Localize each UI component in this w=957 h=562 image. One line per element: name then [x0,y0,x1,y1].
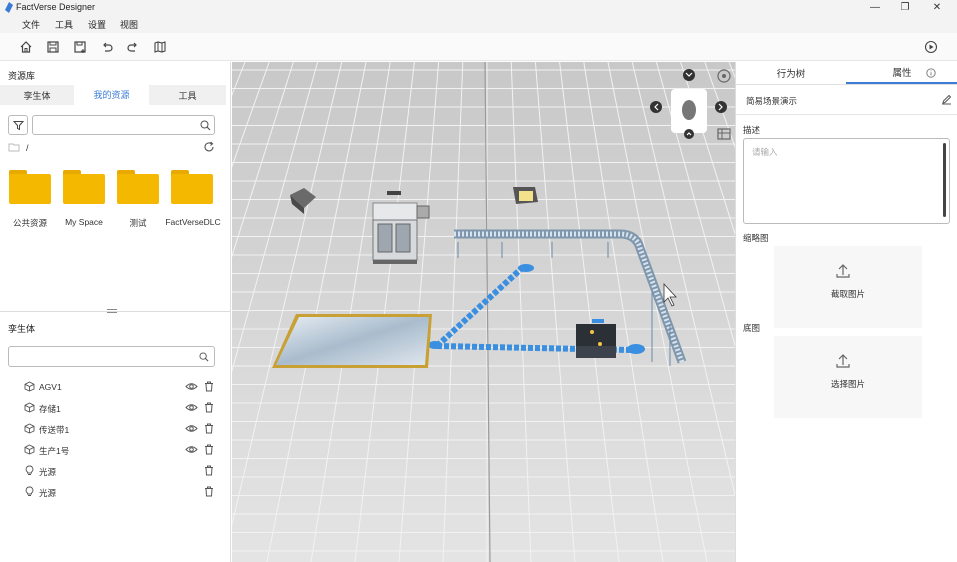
list-item-label: 存储1 [39,404,61,414]
folder-label: 测试 [129,218,147,228]
scene-viewport[interactable] [232,62,735,562]
menu-settings[interactable]: 设置 [88,18,106,31]
folder-path-icon [8,143,20,152]
description-label: 描述 [743,125,761,135]
save-icon[interactable] [44,38,62,56]
folder-my-space[interactable] [63,170,105,206]
agv-vehicle[interactable] [576,319,616,358]
trash-icon[interactable] [204,423,214,434]
folder-factverse-dlc[interactable] [171,170,213,206]
folder-label: My Space [65,217,103,227]
description-placeholder: 请输入 [752,147,778,157]
tab-properties[interactable]: 属性 [846,62,957,84]
minimize-button[interactable]: — [860,0,890,15]
base-map-label: 底图 [743,323,761,333]
twin-search-input[interactable] [8,346,215,367]
trash-icon[interactable] [204,381,214,392]
bulb-icon [25,465,34,475]
maximize-button[interactable]: ❐ [890,0,920,15]
capture-image-text: 截取图片 [830,289,865,299]
list-item[interactable]: 光源 [0,482,231,503]
upload-icon [836,264,850,278]
scrollbar[interactable] [943,143,946,217]
cube-icon [24,402,35,413]
folder-label: FactVerseDLC [165,217,221,227]
tab-tools[interactable]: 工具 [149,85,226,105]
refresh-icon[interactable] [203,141,215,153]
list-item-label: 光源 [39,488,57,498]
menu-bar: 文件 工具 设置 视图 [0,15,957,33]
save-as-icon[interactable] [71,38,89,56]
trash-icon[interactable] [204,444,214,455]
list-item[interactable]: 传送带1 [0,419,231,440]
toolbar [0,33,957,61]
list-item-label: 传送带1 [39,425,70,435]
select-image-text: 选择图片 [830,379,865,389]
map-icon[interactable] [151,38,169,56]
folder-label: 公共资源 [12,218,47,228]
search-icon[interactable] [200,120,211,131]
tab-twins[interactable]: 孪生体 [0,85,74,105]
app-title: FactVerse Designer [16,2,96,12]
divider [736,84,957,85]
list-item-label: AGV1 [39,382,62,392]
upload-icon [836,354,850,368]
thumbnail-label: 缩略图 [743,233,769,243]
search-icon[interactable] [199,352,209,362]
info-icon[interactable] [926,68,936,78]
twin-outline-title: 孪生体 [8,324,36,334]
left-panel: 资源库 孪生体 我的资源 工具 / 公共资源 My Space 测试 FactV… [0,62,231,562]
trash-icon[interactable] [204,465,214,476]
list-item-label: 光源 [39,467,57,477]
list-item[interactable]: 光源 [0,461,231,482]
resource-library-title: 资源库 [8,71,36,81]
small-machine-right[interactable] [513,187,538,204]
description-textarea[interactable]: 请输入 [743,138,950,224]
eye-icon[interactable] [185,423,198,434]
filter-icon [12,120,24,130]
redo-icon[interactable] [124,38,142,56]
undo-icon[interactable] [98,38,116,56]
splitter-handle[interactable] [107,309,117,313]
eye-icon[interactable] [185,402,198,413]
menu-view[interactable]: 视图 [120,18,138,31]
trash-icon[interactable] [204,486,214,497]
list-item[interactable]: AGV1 [0,377,231,398]
base-map-upload[interactable]: 选择图片 [774,336,922,418]
folder-public-resources[interactable] [9,170,51,206]
resource-search-input[interactable] [32,115,215,135]
menu-file[interactable]: 文件 [22,18,40,31]
menu-tools[interactable]: 工具 [55,18,73,31]
bulb-icon [25,486,34,496]
divider [736,114,957,115]
scene-name: 简易场景演示 [746,96,798,106]
edit-icon[interactable] [941,94,952,105]
app-logo-icon [5,2,13,13]
list-item[interactable]: 生产1号 [0,440,231,461]
path-text: / [26,143,29,153]
cube-icon [24,444,35,455]
list-item[interactable]: 存储1 [0,398,231,419]
eye-icon[interactable] [185,381,198,392]
cube-icon [24,381,35,392]
eye-icon[interactable] [185,444,198,455]
cube-icon [24,423,35,434]
right-panel: 行为树 属性 简易场景演示 描述 请输入 缩略图 截取图片 底图 选择图片 [735,62,957,562]
close-button[interactable]: ✕ [922,0,952,15]
thumbnail-upload[interactable]: 截取图片 [774,246,922,328]
scene-canvas[interactable] [232,62,735,562]
home-icon[interactable] [17,38,35,56]
tab-behavior-tree[interactable]: 行为树 [736,62,846,84]
tab-my-resources[interactable]: 我的资源 [74,85,149,105]
trash-icon[interactable] [204,402,214,413]
storage-plate[interactable] [272,314,432,368]
folder-test[interactable] [117,170,159,206]
filter-button[interactable] [8,115,28,135]
play-icon[interactable] [922,38,940,56]
list-item-label: 生产1号 [39,446,70,456]
title-bar: FactVerse Designer — ❐ ✕ [0,0,957,15]
